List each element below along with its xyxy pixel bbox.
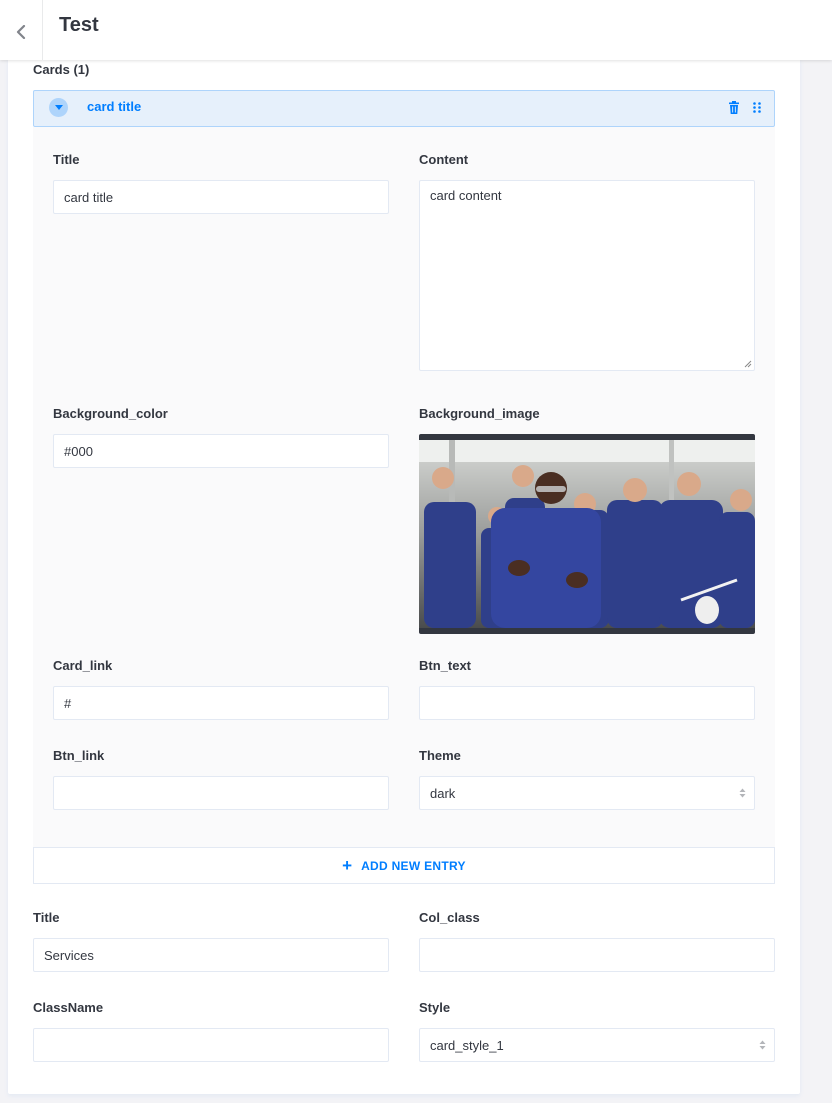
chevron-left-icon: [16, 25, 26, 39]
plus-icon: +: [342, 856, 353, 875]
cards-label: Cards (1): [33, 62, 90, 77]
resize-grip-icon[interactable]: [744, 360, 752, 368]
card-item-title: card title: [87, 99, 142, 114]
content-textarea[interactable]: card content: [419, 180, 755, 371]
style-select-value: card_style_1: [430, 1037, 504, 1053]
collapse-toggle[interactable]: [49, 98, 68, 117]
add-new-entry-label: ADD NEW ENTRY: [361, 858, 466, 873]
content-text: card content: [430, 188, 502, 203]
col-class-label: Col_class: [419, 910, 480, 925]
top-bar: Test: [0, 0, 832, 60]
content-label: Content: [419, 152, 469, 167]
caret-down-icon: [54, 105, 63, 110]
style-label: Style: [419, 1000, 451, 1015]
background-image-preview[interactable]: [419, 434, 755, 634]
classname-input[interactable]: [33, 1028, 389, 1062]
btn-text-input[interactable]: [419, 686, 755, 720]
workers-photo: [419, 440, 755, 628]
btn-text-label: Btn_text: [419, 658, 472, 673]
title-label: Title: [53, 152, 80, 167]
style-select[interactable]: card_style_1: [419, 1028, 775, 1062]
col-class-input[interactable]: [419, 938, 775, 972]
background-image-label: Background_image: [419, 406, 540, 421]
background-color-input[interactable]: #000: [53, 434, 389, 468]
theme-select[interactable]: dark: [419, 776, 755, 810]
classname-label: ClassName: [33, 1000, 104, 1015]
btn-link-input[interactable]: [53, 776, 389, 810]
trash-icon[interactable]: [728, 101, 740, 114]
btn-link-label: Btn_link: [53, 748, 105, 763]
card-item-header[interactable]: card title: [33, 90, 775, 127]
back-button[interactable]: [0, 0, 43, 60]
theme-label: Theme: [419, 748, 461, 763]
theme-select-value: dark: [430, 785, 456, 801]
select-arrows-icon: [759, 1040, 766, 1050]
title-input[interactable]: card title: [53, 180, 389, 214]
background-color-label: Background_color: [53, 406, 168, 421]
section-title-label: Title: [33, 910, 60, 925]
section-title-input[interactable]: Services: [33, 938, 389, 972]
page-title: Test: [59, 14, 99, 36]
drag-handle-icon[interactable]: [753, 102, 761, 113]
select-arrows-icon: [739, 788, 746, 798]
card-link-input[interactable]: #: [53, 686, 389, 720]
card-link-label: Card_link: [53, 658, 113, 673]
add-new-entry-button[interactable]: + ADD NEW ENTRY: [33, 847, 775, 884]
